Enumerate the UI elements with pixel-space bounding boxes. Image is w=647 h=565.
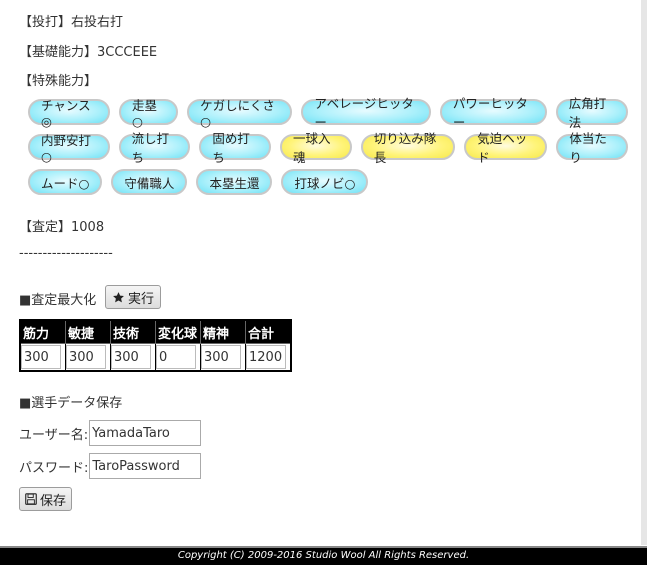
special-ability-heading: 【特殊能力】 [19, 74, 98, 89]
ability-tag: 流し打ち [118, 131, 191, 165]
stats-header-row: 筋力 敏捷 技術 変化球 精神 合計 [19, 319, 292, 344]
header-technique: 技術 [110, 319, 156, 344]
username-input[interactable] [89, 420, 202, 446]
tag-row: 内野安打○ 流し打ち 固め打ち 一球入魂 切り込み隊長 気迫ヘッド 体当たり [28, 131, 628, 165]
ability-tag: ケガしにくさ○ [187, 98, 293, 129]
basic-ability-line: 【基礎能力】3CCCEEE [19, 45, 158, 60]
divider-line: -------------------- [19, 246, 113, 261]
save-button-label: 保存 [40, 492, 67, 508]
save-heading: ■選手データ保存 [19, 396, 123, 411]
ability-tag: アベレージヒッター [301, 96, 431, 130]
ability-tag: 内野安打○ [28, 133, 110, 164]
technique-input[interactable] [111, 345, 151, 369]
ability-tag: 走塁○ [118, 98, 179, 129]
username-row: ユーザー名: [19, 420, 202, 446]
footer-copyright: Copyright (C) 2009-2016 Studio Wool All … [0, 546, 647, 565]
agility-input[interactable] [66, 345, 106, 369]
execute-button[interactable]: 実行 [105, 285, 162, 309]
ability-tag: ムード○ [28, 169, 103, 195]
pitching-batting-line: 【投打】右投右打 [19, 15, 124, 30]
ability-tag: 本塁生還 [196, 169, 273, 195]
star-icon [113, 291, 124, 302]
password-label: パスワード: [19, 460, 89, 476]
username-label: ユーザー名: [19, 427, 89, 443]
strength-input[interactable] [21, 345, 61, 369]
save-button[interactable]: 保存 [19, 487, 73, 511]
stats-input-row [19, 343, 292, 372]
special-ability-tags: チャンス◎ 走塁○ ケガしにくさ○ アベレージヒッター パワーヒッター 広角打法 内野安打○… [28, 96, 629, 204]
password-input[interactable] [89, 453, 202, 479]
ability-tag: チャンス◎ [28, 98, 110, 129]
header-total: 合計 [245, 319, 292, 344]
header-mental: 精神 [200, 319, 246, 344]
password-row: パスワード: [19, 453, 202, 479]
header-breaking-ball: 変化球 [155, 319, 201, 344]
ability-tag: 固め打ち [199, 131, 272, 165]
total-input[interactable] [246, 345, 286, 369]
ability-tag: 気迫ヘッド [464, 131, 548, 165]
execute-button-label: 実行 [128, 290, 155, 306]
header-agility: 敏捷 [65, 319, 111, 344]
maximize-heading: ■査定最大化 [19, 293, 97, 308]
floppy-disk-icon [25, 493, 37, 505]
ability-tag: 広角打法 [555, 96, 629, 130]
ability-tag: 体当たり [556, 131, 628, 165]
header-strength: 筋力 [19, 319, 66, 344]
tag-row: ムード○ 守備職人 本塁生還 打球ノビ○ [28, 169, 628, 197]
ability-tag: 一球入魂 [280, 131, 352, 165]
vertical-scrollbar[interactable] [641, 0, 647, 545]
ability-tag: 守備職人 [111, 169, 188, 195]
breaking-ball-input[interactable] [156, 345, 196, 369]
mental-input[interactable] [201, 345, 241, 369]
stats-table: 筋力 敏捷 技術 変化球 精神 合計 [19, 319, 292, 372]
ability-tag: 切り込み隊長 [360, 131, 456, 165]
tag-row: チャンス◎ 走塁○ ケガしにくさ○ アベレージヒッター パワーヒッター 広角打法 [28, 96, 629, 130]
ability-tag: 打球ノビ○ [281, 169, 369, 195]
assessment-line: 【査定】1008 [19, 220, 105, 235]
ability-tag: パワーヒッター [439, 96, 547, 130]
